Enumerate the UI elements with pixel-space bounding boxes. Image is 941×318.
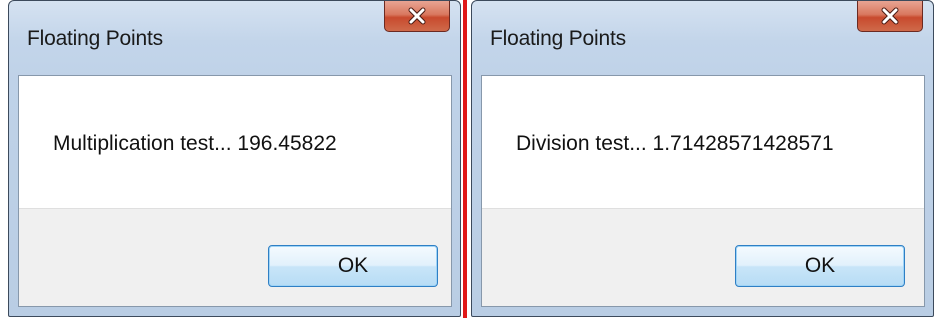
separator-line (463, 0, 467, 318)
ok-button[interactable]: OK (268, 245, 438, 287)
close-icon (881, 7, 899, 25)
title-bar[interactable]: Floating Points (9, 1, 460, 75)
division-dialog: Floating Points Division test... 1.71428… (471, 0, 934, 317)
close-button[interactable] (384, 1, 450, 32)
multiplication-dialog: Floating Points Multiplication test... 1… (8, 0, 461, 317)
title-bar[interactable]: Floating Points (472, 1, 933, 75)
message-text: Multiplication test... 196.45822 (53, 132, 337, 155)
button-area: OK (482, 208, 924, 306)
ok-button[interactable]: OK (735, 245, 905, 287)
message-text: Division test... 1.71428571428571 (516, 132, 834, 155)
dialog-title: Floating Points (27, 27, 163, 50)
close-button[interactable] (857, 1, 923, 32)
dialog-body: Multiplication test... 196.45822 OK (18, 75, 452, 307)
dialog-body: Division test... 1.71428571428571 OK (481, 75, 925, 307)
dialog-title: Floating Points (490, 27, 626, 50)
button-area: OK (19, 208, 451, 306)
close-icon (408, 7, 426, 25)
